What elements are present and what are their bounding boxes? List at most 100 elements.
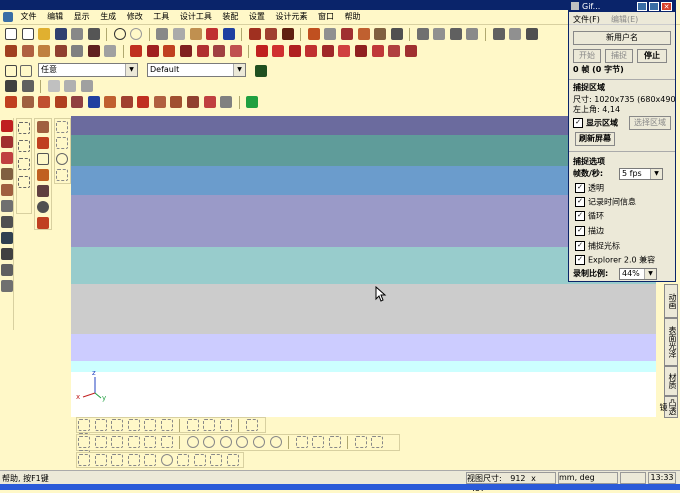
menu-file[interactable]: 文件: [17, 10, 41, 24]
new-icon[interactable]: [21, 28, 34, 40]
menu-modify[interactable]: 修改: [123, 10, 147, 24]
mod2-icon[interactable]: [21, 96, 34, 108]
layer3-icon[interactable]: [341, 28, 354, 40]
frame-icon[interactable]: [37, 153, 49, 165]
tool2-icon[interactable]: [509, 28, 522, 40]
mod1-icon[interactable]: [5, 96, 17, 108]
circle-5-icon[interactable]: [253, 436, 266, 448]
zoom-out-icon[interactable]: [64, 80, 77, 92]
mod13-icon[interactable]: [203, 96, 216, 108]
refresh-screen-button[interactable]: 刷新屏幕: [575, 132, 615, 146]
feature5-icon[interactable]: [196, 45, 209, 57]
option-capture-cursor[interactable]: ✓ 捕捉光标: [575, 241, 620, 252]
close-x-icon[interactable]: [56, 169, 68, 181]
bottom-tool-4-icon[interactable]: [127, 419, 140, 431]
fps-select[interactable]: 5 fps ▼: [619, 168, 663, 180]
sketch-6-icon[interactable]: [160, 436, 173, 448]
render4-icon[interactable]: [466, 28, 479, 40]
paint-icon[interactable]: [206, 28, 219, 40]
tool3-icon[interactable]: [525, 28, 538, 40]
sketch-4-icon[interactable]: [127, 436, 140, 448]
constraint-4-icon[interactable]: [127, 454, 140, 466]
chevron-down-icon[interactable]: ▼: [233, 64, 245, 76]
slab-icon[interactable]: [37, 185, 49, 197]
constraint-6-icon[interactable]: [160, 454, 173, 466]
layer5-icon[interactable]: [374, 28, 387, 40]
feature12-icon[interactable]: [321, 45, 334, 57]
menu-generate[interactable]: 生成: [96, 10, 120, 24]
layer-combo[interactable]: 任意 ▼: [38, 63, 138, 77]
scale-select[interactable]: 44% ▼: [619, 268, 657, 280]
checkbox-icon[interactable]: ✓: [575, 183, 585, 193]
render2-icon[interactable]: [433, 28, 446, 40]
zoom-fit-icon[interactable]: [80, 80, 93, 92]
light-icon[interactable]: [1, 232, 13, 244]
maximize-icon[interactable]: [649, 2, 659, 11]
option-loop[interactable]: ✓ 循环: [575, 211, 604, 222]
menu-help[interactable]: 帮助: [341, 10, 365, 24]
sketch-1-icon[interactable]: [78, 436, 90, 448]
cut-icon[interactable]: [156, 28, 169, 40]
minimize-icon[interactable]: [637, 2, 647, 11]
undo-icon[interactable]: [113, 28, 126, 40]
bottom-tool-9-icon[interactable]: [219, 419, 232, 431]
checkbox-icon[interactable]: ✓: [575, 197, 585, 207]
menu-window[interactable]: 窗口: [314, 10, 338, 24]
mod7-icon[interactable]: [104, 96, 117, 108]
feature16-icon[interactable]: [388, 45, 401, 57]
view-icon[interactable]: [1, 200, 13, 212]
circle-3-icon[interactable]: [219, 436, 232, 448]
open-icon[interactable]: [38, 28, 51, 40]
zoom-icon[interactable]: [1, 184, 13, 196]
arc-1-icon[interactable]: [295, 436, 308, 448]
mod14-icon[interactable]: [220, 96, 233, 108]
loft-icon[interactable]: [54, 45, 67, 57]
wedge-icon[interactable]: [37, 217, 49, 229]
spline-icon[interactable]: [18, 176, 30, 188]
menu-view[interactable]: 显示: [70, 10, 94, 24]
feature7-icon[interactable]: [229, 45, 242, 57]
tool1-icon[interactable]: [492, 28, 505, 40]
feature4-icon[interactable]: [180, 45, 193, 57]
select-arrow-icon[interactable]: [5, 65, 17, 77]
cylinder-icon[interactable]: [37, 137, 49, 149]
side-tab-material[interactable]: 材质: [664, 366, 678, 396]
target-icon[interactable]: [56, 153, 68, 165]
feature13-icon[interactable]: [338, 45, 351, 57]
measure-icon[interactable]: [1, 280, 13, 292]
feature1-icon[interactable]: [130, 45, 143, 57]
circle-4-icon[interactable]: [236, 436, 249, 448]
constraint-2-icon[interactable]: [94, 454, 107, 466]
trim-1-icon[interactable]: [354, 436, 367, 448]
constraint-5-icon[interactable]: [144, 454, 157, 466]
box-icon[interactable]: [37, 121, 49, 133]
eyedropper-icon[interactable]: [21, 80, 34, 92]
copy-icon[interactable]: [173, 28, 186, 40]
scale-icon[interactable]: [1, 152, 13, 164]
layer6-icon[interactable]: [390, 28, 403, 40]
green-cube-icon[interactable]: [246, 96, 259, 108]
rotate-icon[interactable]: [1, 136, 13, 148]
new-user-button[interactable]: 新用户名: [573, 31, 671, 45]
menu-tools[interactable]: 工具: [149, 10, 173, 24]
sketch-5-icon[interactable]: [144, 436, 157, 448]
text-icon[interactable]: [87, 45, 100, 57]
style-combo[interactable]: Default ▼: [147, 63, 246, 77]
stop-button[interactable]: 停止: [637, 49, 667, 63]
chevron-down-icon[interactable]: ▼: [650, 169, 662, 179]
pen-icon[interactable]: [5, 80, 17, 92]
side-tab-lens[interactable]: 凸透镜: [659, 396, 678, 418]
circle-2-icon[interactable]: [203, 436, 216, 448]
arc-2-icon[interactable]: [312, 436, 325, 448]
sphere-icon[interactable]: [37, 201, 49, 213]
constraint-8-icon[interactable]: [193, 454, 206, 466]
menu-design-tools[interactable]: 设计工具: [176, 10, 216, 24]
menu-assembly[interactable]: 装配: [218, 10, 242, 24]
layer4-icon[interactable]: [357, 28, 370, 40]
mod9-icon[interactable]: [137, 96, 150, 108]
bottom-tool-2-icon[interactable]: [94, 419, 107, 431]
mod11-icon[interactable]: [170, 96, 183, 108]
solid2-icon[interactable]: [265, 28, 278, 40]
option-record-time[interactable]: ✓ 记录时间信息: [575, 197, 636, 208]
help-icon[interactable]: [222, 28, 235, 40]
